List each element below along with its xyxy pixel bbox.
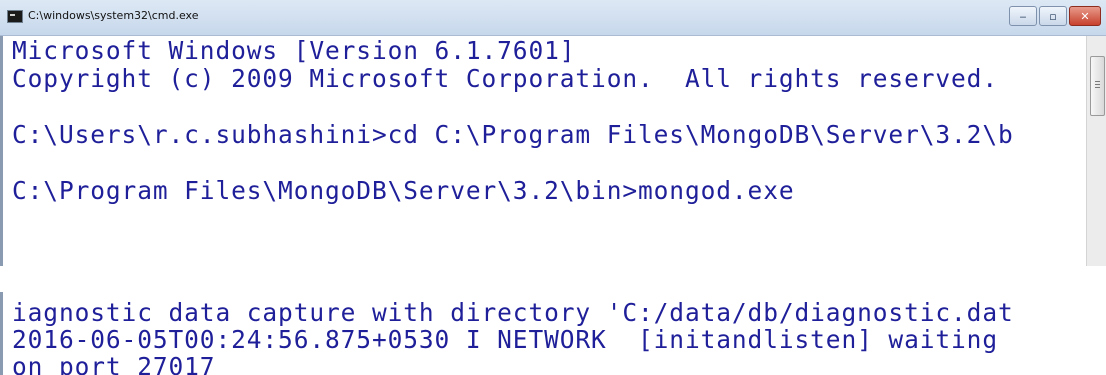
- console-line: Copyright (c) 2009 Microsoft Corporation…: [12, 64, 998, 93]
- vertical-scrollbar[interactable]: [1086, 36, 1106, 266]
- console-output[interactable]: Microsoft Windows [Version 6.1.7601] Cop…: [0, 36, 1086, 266]
- grip-line: [1095, 81, 1100, 82]
- console-line: C:\Program Files\MongoDB\Server\3.2\bin>…: [12, 176, 795, 205]
- console-line: iagnostic data capture with directory 'C…: [12, 298, 1014, 327]
- grip-line: [1095, 84, 1100, 85]
- grip-line: [1095, 87, 1100, 88]
- close-button[interactable]: ✕: [1069, 6, 1101, 26]
- console-line: 2016-06-05T00:24:56.875+0530 I NETWORK […: [12, 325, 998, 354]
- console-line: Microsoft Windows [Version 6.1.7601]: [12, 36, 576, 65]
- scrollbar-thumb[interactable]: [1090, 56, 1105, 116]
- maximize-button[interactable]: ▫: [1039, 6, 1067, 26]
- cmd-window-lower: iagnostic data capture with directory 'C…: [0, 292, 1106, 375]
- title-bar[interactable]: C:\windows\system32\cmd.exe ‒ ▫ ✕: [0, 0, 1106, 36]
- console-line: C:\Users\r.c.subhashini>cd C:\Program Fi…: [12, 120, 1014, 149]
- window-title: C:\windows\system32\cmd.exe: [28, 9, 199, 22]
- console-icon: [7, 10, 23, 23]
- cmd-window: C:\windows\system32\cmd.exe ‒ ▫ ✕ Micros…: [0, 0, 1106, 266]
- console-line: on port 27017: [12, 352, 216, 375]
- console-output-lower[interactable]: iagnostic data capture with directory 'C…: [0, 292, 1086, 375]
- minimize-button[interactable]: ‒: [1009, 6, 1037, 26]
